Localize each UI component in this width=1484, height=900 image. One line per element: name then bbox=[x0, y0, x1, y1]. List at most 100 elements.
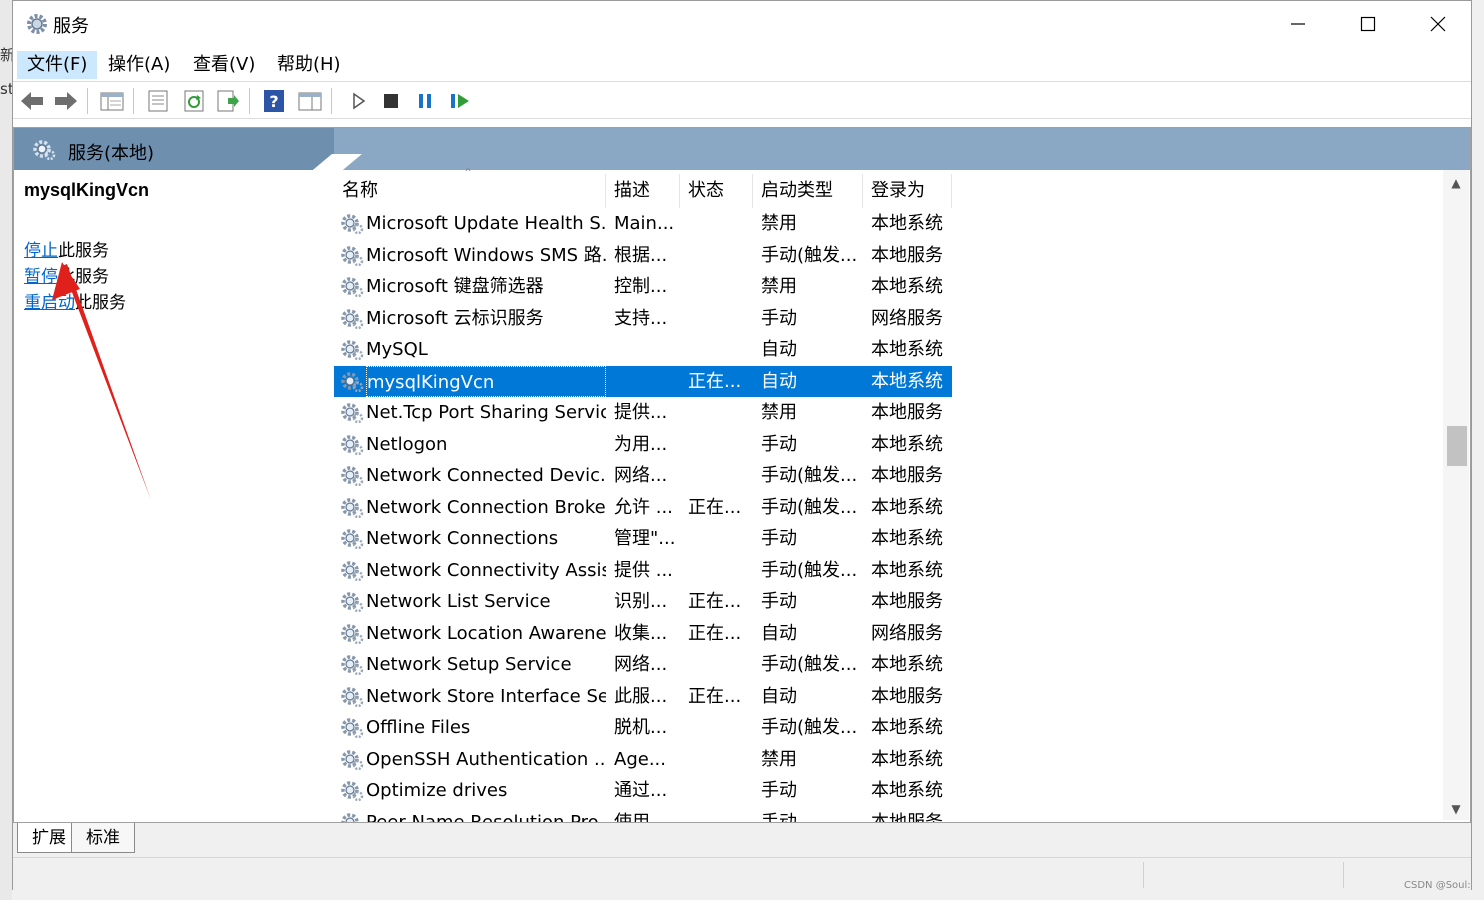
service-name: Network Connected Devic... bbox=[366, 465, 606, 486]
action-suffix: 此服务 bbox=[58, 267, 109, 287]
export-list-icon[interactable] bbox=[215, 88, 241, 114]
action-suffix: 此服务 bbox=[75, 293, 126, 313]
service-gear-icon bbox=[340, 465, 364, 492]
service-description: 控制... bbox=[614, 276, 668, 297]
pause-service-link[interactable]: 暂停 bbox=[24, 267, 58, 287]
resume-icon[interactable] bbox=[447, 88, 473, 114]
service-startup-type: 手动(触发... bbox=[761, 244, 858, 266]
table-row[interactable]: Network Location Awarene... 收集... 正在... 自动 网… bbox=[334, 618, 952, 649]
column-header-description[interactable]: 描述 bbox=[606, 174, 680, 208]
service-description: 网络... bbox=[614, 465, 668, 486]
service-description: 脱机... bbox=[614, 717, 668, 738]
properties-icon[interactable] bbox=[145, 88, 171, 114]
close-button[interactable] bbox=[1403, 1, 1473, 47]
action-suffix: 此服务 bbox=[58, 241, 109, 261]
service-name: Peer Name Resolution Pro... bbox=[366, 811, 606, 823]
service-name: Microsoft 云标识服务 bbox=[366, 307, 544, 329]
toolbar-separator bbox=[133, 88, 134, 114]
stop-icon[interactable] bbox=[378, 88, 404, 114]
service-logon: 本地服务 bbox=[871, 685, 943, 707]
table-row[interactable]: Optimize drives 通过... 手动 本地系统 bbox=[334, 775, 952, 806]
table-row[interactable]: Microsoft Update Health S... Main... 禁用 本地系… bbox=[334, 208, 952, 239]
service-gear-icon bbox=[340, 434, 364, 461]
table-row-selected[interactable]: mysqlKingVcn 正在... 自动 本地系统 bbox=[334, 365, 952, 397]
column-header-status[interactable]: 状态 bbox=[680, 174, 753, 208]
menu-bar: 文件(F) 操作(A) 查看(V) 帮助(H) bbox=[13, 47, 1471, 81]
tab-standard[interactable]: 标准 bbox=[71, 823, 135, 853]
service-gear-icon bbox=[340, 623, 364, 650]
status-divider bbox=[1143, 862, 1144, 888]
column-header-logon[interactable]: 登录为 bbox=[863, 174, 952, 208]
table-row[interactable]: Network Setup Service 网络... 手动(触发... 本地系统 bbox=[334, 649, 952, 680]
service-gear-icon bbox=[340, 686, 364, 713]
table-row[interactable]: Network List Service 识别... 正在... 手动 本地服务 bbox=[334, 586, 952, 617]
table-row[interactable]: Network Connected Devic... 网络... 手动(触发... 本… bbox=[334, 460, 952, 491]
console-tree-icon[interactable] bbox=[99, 88, 125, 114]
table-row[interactable]: Microsoft 键盘筛选器 控制... 禁用 本地系统 bbox=[334, 271, 952, 302]
minimize-button[interactable] bbox=[1263, 1, 1333, 47]
menu-action[interactable]: 操作(A) bbox=[98, 51, 180, 79]
service-status bbox=[688, 523, 754, 554]
help-icon[interactable]: ? bbox=[261, 88, 287, 114]
service-name: Microsoft 键盘筛选器 bbox=[366, 276, 544, 297]
service-status bbox=[688, 303, 754, 334]
service-startup-type: 手动 bbox=[761, 528, 797, 549]
scroll-up-icon[interactable]: ▲ bbox=[1443, 172, 1469, 194]
stop-service-link[interactable]: 停止 bbox=[24, 241, 58, 261]
toolbar-separator bbox=[87, 88, 88, 114]
table-row[interactable]: Network Connection Broker 允许 ... 正在... 手动(触… bbox=[334, 492, 952, 523]
service-logon: 本地系统 bbox=[871, 213, 943, 234]
service-description: 为用... bbox=[614, 433, 668, 455]
scroll-thumb[interactable] bbox=[1447, 426, 1467, 466]
service-gear-icon bbox=[340, 213, 364, 240]
service-startup-type: 自动 bbox=[761, 339, 797, 360]
scope-title: 服务(本地) bbox=[68, 143, 155, 164]
service-logon: 本地系统 bbox=[871, 339, 943, 360]
service-description: 管理"... bbox=[614, 528, 676, 549]
table-row[interactable]: Offline Files 脱机... 手动(触发... 本地系统 bbox=[334, 712, 952, 743]
service-logon: 本地系统 bbox=[871, 559, 943, 581]
title-bar[interactable]: 服务 bbox=[13, 1, 1471, 47]
service-startup-type: 自动 bbox=[761, 685, 797, 707]
service-gear-icon bbox=[340, 276, 364, 303]
service-logon: 本地系统 bbox=[871, 433, 943, 455]
service-description bbox=[614, 334, 680, 365]
service-gear-icon bbox=[340, 339, 364, 366]
table-row[interactable]: Microsoft 云标识服务 支持... 手动 网络服务 bbox=[334, 303, 952, 334]
sort-ascending-icon: ⌃ bbox=[463, 166, 474, 180]
table-row[interactable]: Peer Name Resolution Pro... 使用... 手动 本地服务 bbox=[334, 807, 952, 823]
table-row[interactable]: Netlogon 为用... 手动 本地系统 bbox=[334, 429, 952, 460]
restart-service-link[interactable]: 重启动 bbox=[24, 293, 75, 313]
table-row[interactable]: Network Store Interface Se... 此服... 正在... 自… bbox=[334, 681, 952, 712]
service-description: 使用... bbox=[614, 811, 668, 823]
service-status bbox=[688, 460, 754, 491]
table-row[interactable]: OpenSSH Authentication ... Age... 禁用 本地系统 bbox=[334, 744, 952, 775]
table-row[interactable]: Net.Tcp Port Sharing Service 提供... 禁用 本地服务 bbox=[334, 397, 952, 428]
service-gear-icon bbox=[340, 528, 364, 555]
table-row[interactable]: MySQL 自动 本地系统 bbox=[334, 334, 952, 365]
service-logon: 本地服务 bbox=[871, 591, 943, 612]
service-gear-icon bbox=[340, 560, 364, 587]
service-description: 识别... bbox=[614, 591, 668, 612]
vertical-scrollbar[interactable]: ▲ ▼ bbox=[1443, 170, 1469, 820]
view-icon[interactable] bbox=[297, 88, 323, 114]
scroll-down-icon[interactable]: ▼ bbox=[1443, 798, 1469, 820]
refresh-icon[interactable] bbox=[181, 88, 207, 114]
column-header-startup-type[interactable]: 启动类型 bbox=[753, 174, 863, 208]
start-icon[interactable] bbox=[345, 88, 371, 114]
service-status bbox=[688, 744, 754, 775]
service-description: Age... bbox=[614, 748, 666, 770]
table-row[interactable]: Network Connectivity Assis... 提供 ... 手动(触发… bbox=[334, 555, 952, 586]
table-row[interactable]: Network Connections 管理"... 手动 本地系统 bbox=[334, 523, 952, 554]
table-row[interactable]: Microsoft Windows SMS 路... 根据... 手动(触发... 本… bbox=[334, 240, 952, 271]
pause-icon[interactable] bbox=[412, 88, 438, 114]
menu-help[interactable]: 帮助(H) bbox=[267, 51, 351, 79]
menu-view[interactable]: 查看(V) bbox=[183, 51, 265, 79]
maximize-button[interactable] bbox=[1333, 1, 1403, 47]
service-status bbox=[688, 240, 754, 271]
selected-service-name: mysqlKingVcn bbox=[24, 180, 150, 200]
forward-icon[interactable] bbox=[53, 88, 79, 114]
back-icon[interactable] bbox=[19, 88, 45, 114]
menu-file[interactable]: 文件(F) bbox=[17, 51, 98, 79]
service-status bbox=[688, 555, 754, 586]
